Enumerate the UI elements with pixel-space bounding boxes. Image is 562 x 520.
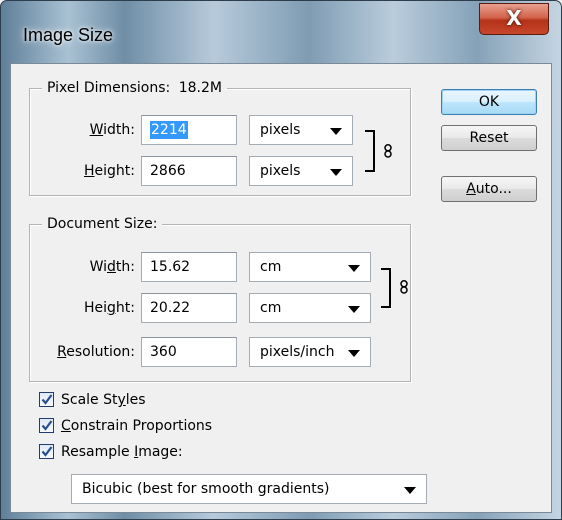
reset-button[interactable]: Reset — [441, 125, 537, 151]
pixel-width-label: Width: — [89, 122, 135, 138]
document-height-label: Height: — [83, 300, 135, 316]
pixel-height-unit-select[interactable]: pixels — [249, 156, 353, 186]
pixel-dimensions-legend: Pixel Dimensions: 18.2M — [42, 79, 227, 97]
close-button[interactable]: X — [479, 3, 549, 35]
dropdown-arrow-icon — [404, 487, 416, 494]
document-size-legend: Document Size: — [42, 215, 163, 233]
document-link-bracket — [381, 268, 391, 308]
document-width-input[interactable]: 15.62 — [141, 252, 237, 282]
scale-styles-checkbox[interactable] — [39, 392, 54, 407]
pixel-width-unit-select[interactable]: pixels — [249, 115, 353, 145]
resolution-unit-select[interactable]: pixels/inch — [249, 337, 371, 367]
document-height-input[interactable]: 20.22 — [141, 293, 237, 323]
checkmark-icon — [41, 420, 53, 431]
dropdown-arrow-icon — [330, 128, 342, 135]
window-title: Image Size — [23, 25, 114, 45]
resample-image-checkbox[interactable] — [39, 444, 54, 459]
dropdown-arrow-icon — [348, 306, 360, 313]
resolution-label: Resolution: — [57, 344, 135, 360]
dialog-client-area: Pixel Dimensions: 18.2M Width: 2214 pixe… — [10, 63, 552, 513]
resolution-input[interactable]: 360 — [141, 337, 237, 367]
ok-button[interactable]: OK — [441, 89, 537, 115]
checkmark-icon — [41, 394, 53, 405]
dropdown-arrow-icon — [348, 265, 360, 272]
chain-link-icon — [384, 144, 392, 158]
constrain-proportions-label: Constrain Proportions — [61, 418, 213, 434]
document-width-unit-select[interactable]: cm — [249, 252, 371, 282]
pixel-width-input[interactable]: 2214 — [141, 115, 237, 145]
dialog-window: Image Size X Pixel Dimensions: 18.2M Wid… — [0, 0, 562, 520]
pixel-dimensions-label: Pixel Dimensions: — [47, 80, 171, 96]
resample-method-select[interactable]: Bicubic (best for smooth gradients) — [71, 474, 427, 504]
resample-image-label: Resample Image: — [61, 444, 183, 460]
title-bar[interactable]: Image Size X — [1, 1, 561, 63]
pixel-dimensions-size: 18.2M — [178, 80, 222, 96]
constrain-proportions-checkbox[interactable] — [39, 418, 54, 433]
dropdown-arrow-icon — [330, 169, 342, 176]
checkmark-icon — [41, 446, 53, 457]
pixel-link-bracket — [365, 130, 375, 172]
dropdown-arrow-icon — [348, 350, 360, 357]
auto-button[interactable]: Auto... — [441, 176, 537, 202]
pixel-height-input[interactable]: 2866 — [141, 156, 237, 186]
chain-link-icon — [400, 280, 408, 294]
scale-styles-label: Scale Styles — [61, 392, 146, 408]
document-height-unit-select[interactable]: cm — [249, 293, 371, 323]
document-width-label: Width: — [89, 259, 135, 275]
pixel-height-label: Height: — [84, 163, 135, 179]
